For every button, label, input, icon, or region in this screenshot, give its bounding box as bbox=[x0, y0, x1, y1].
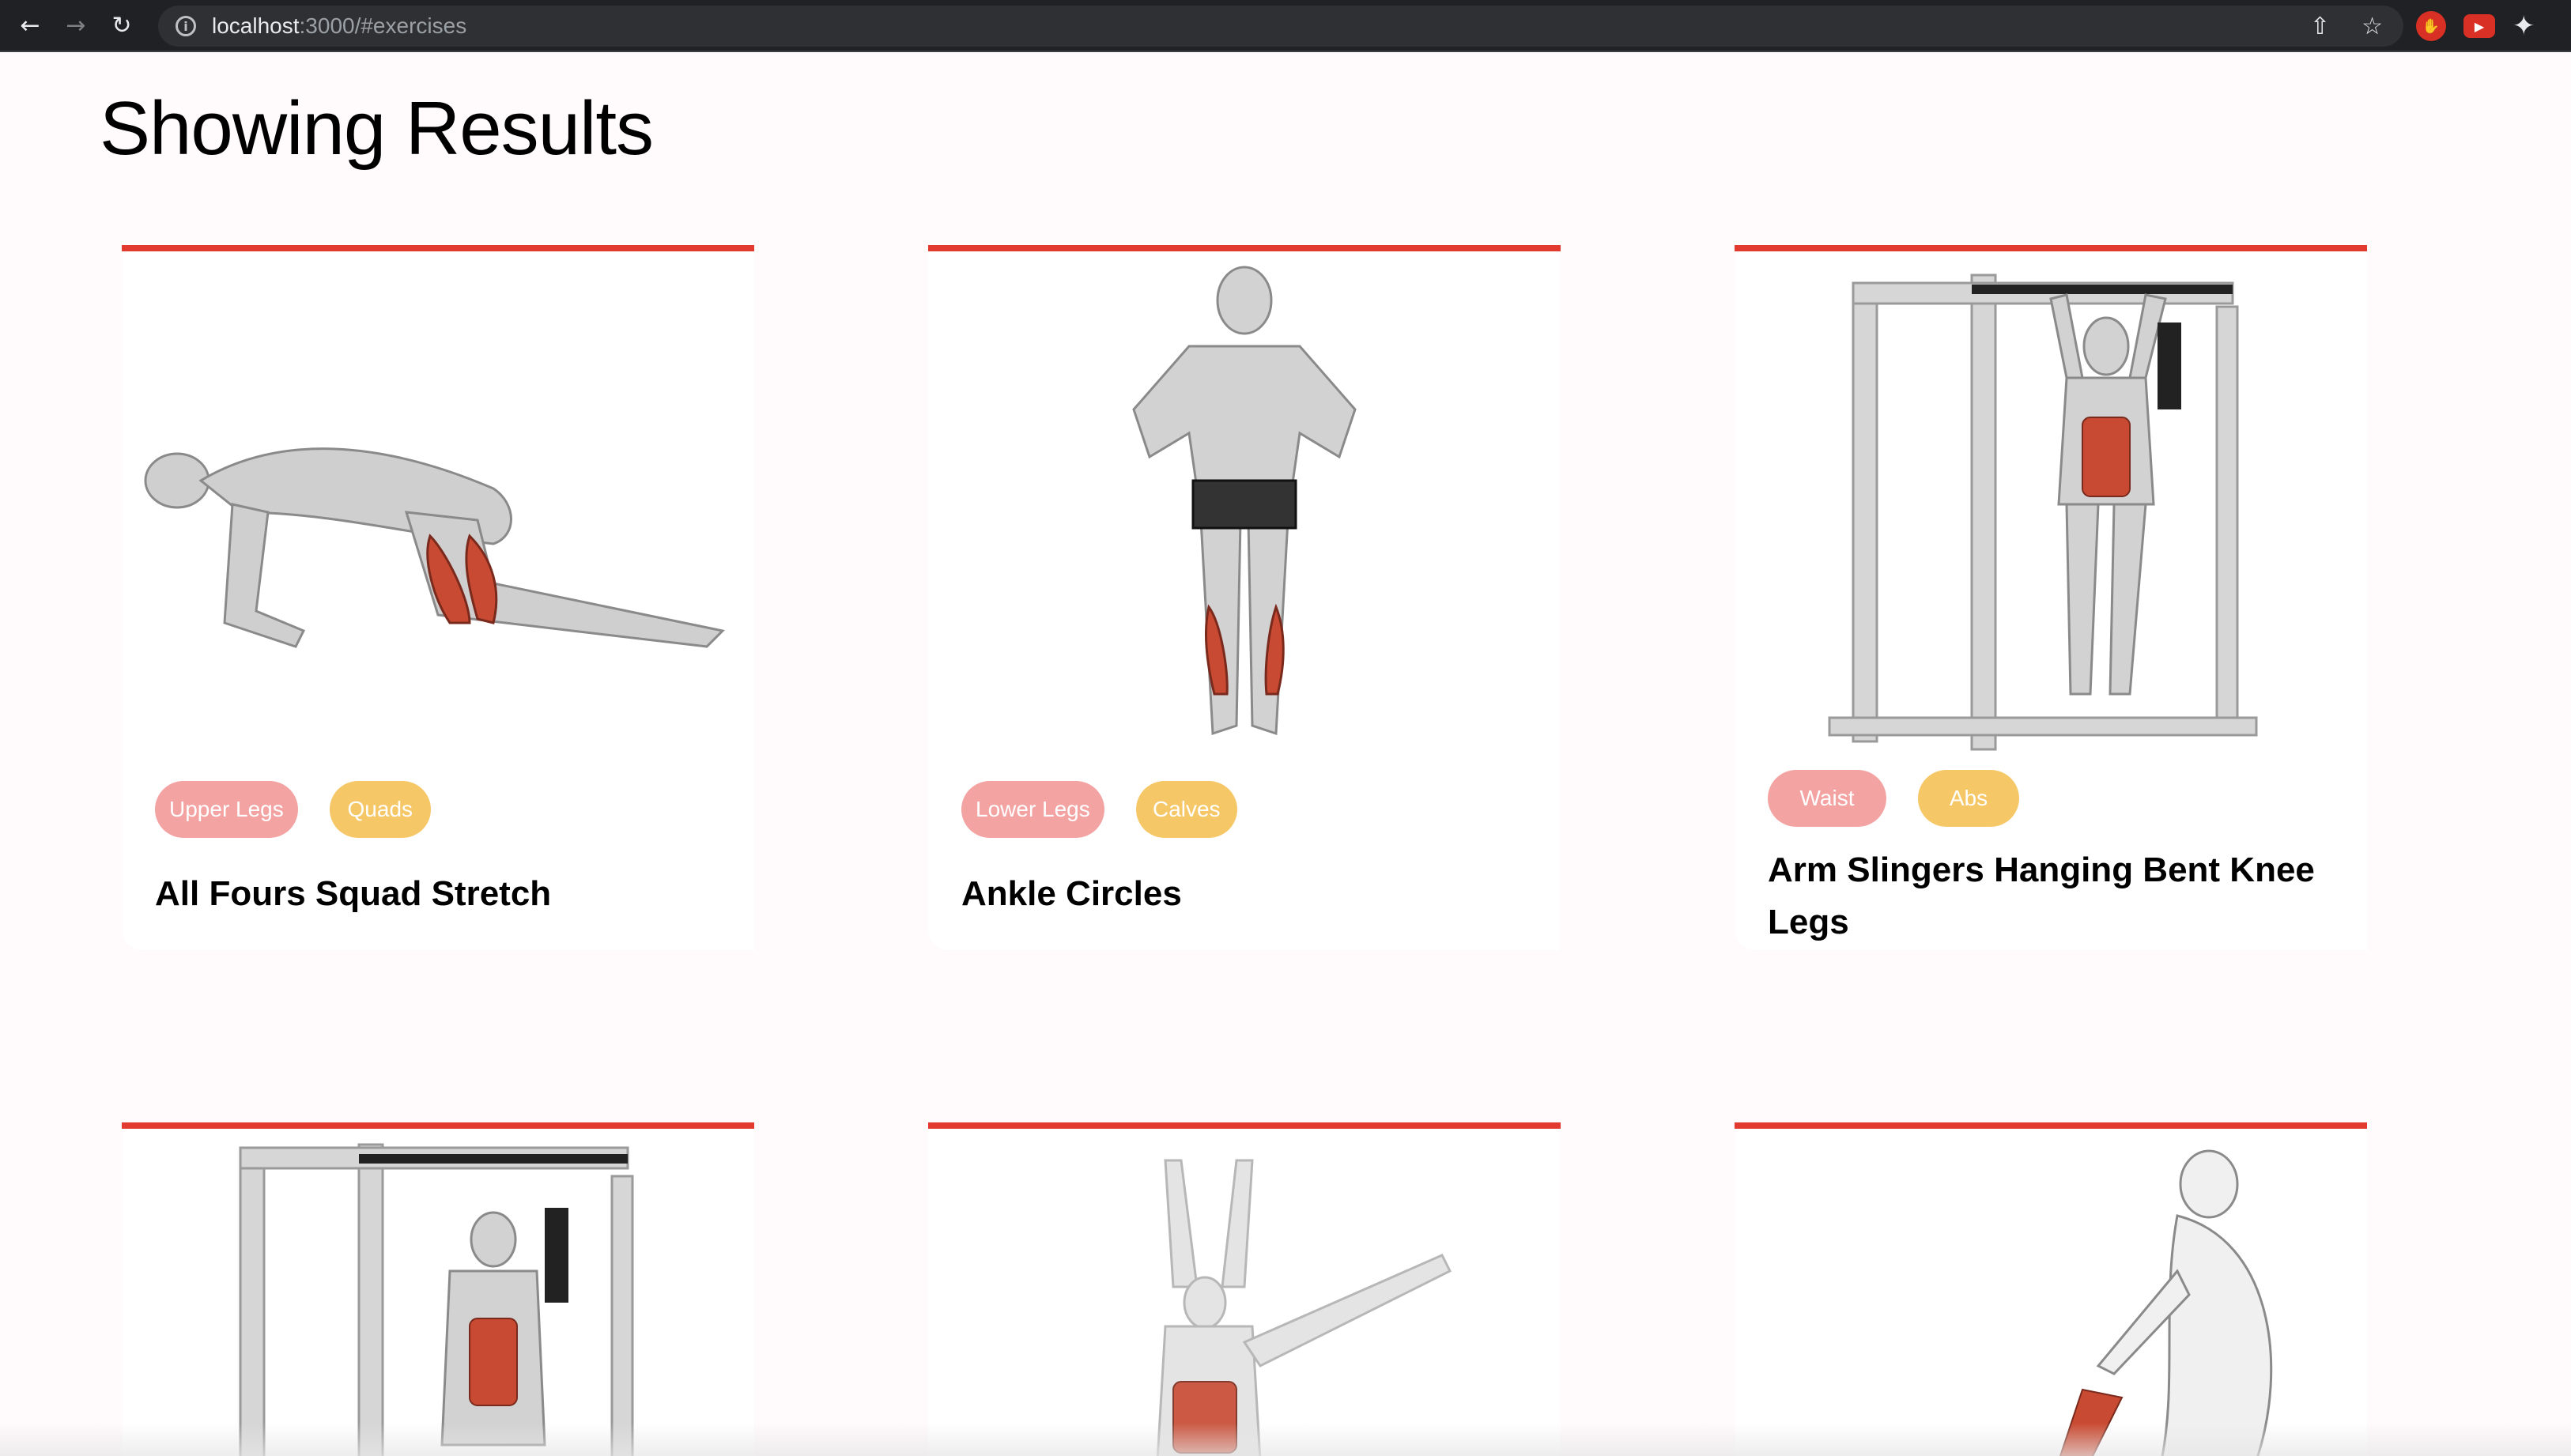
page-title: Showing Results bbox=[100, 86, 654, 171]
forward-arrow-icon[interactable]: → bbox=[60, 9, 92, 41]
scroll-fade bbox=[0, 1423, 2571, 1456]
exercise-image bbox=[144, 447, 726, 648]
body-part-tag[interactable]: Waist bbox=[1768, 770, 1886, 827]
exercise-image bbox=[239, 1143, 634, 1456]
extensions-puzzle-icon[interactable]: ✦ bbox=[2512, 10, 2535, 42]
target-muscle-tag[interactable]: Calves bbox=[1135, 781, 1237, 838]
exercise-card[interactable]: Upper Legs Quads All Fours Squad Stretch bbox=[122, 245, 754, 950]
exercise-card[interactable] bbox=[1735, 1122, 2367, 1456]
address-bar[interactable]: i localhost:3000/#exercises ⇧ ☆ bbox=[158, 6, 2403, 47]
back-arrow-icon[interactable]: ← bbox=[14, 9, 46, 41]
exercise-name: Ankle Circles bbox=[961, 874, 1182, 913]
share-icon[interactable]: ⇧ bbox=[2310, 13, 2330, 40]
browser-toolbar: ← → ↻ i localhost:3000/#exercises ⇧ ☆ ✋ … bbox=[0, 0, 2571, 52]
youtube-extension-icon[interactable]: ▶ bbox=[2463, 14, 2495, 38]
bookmark-star-icon[interactable]: ☆ bbox=[2361, 13, 2383, 40]
target-muscle-tag[interactable]: Quads bbox=[329, 781, 431, 838]
exercise-image bbox=[1828, 273, 2258, 751]
adblock-extension-icon[interactable]: ✋ bbox=[2416, 11, 2446, 41]
reload-icon[interactable]: ↻ bbox=[106, 9, 138, 41]
exercise-name: All Fours Squad Stretch bbox=[155, 874, 552, 913]
body-part-tag[interactable]: Upper Legs bbox=[155, 781, 298, 838]
exercise-image bbox=[1132, 266, 1357, 736]
exercise-image bbox=[2059, 1149, 2273, 1456]
exercise-card[interactable] bbox=[122, 1122, 754, 1456]
exercise-card[interactable]: Lower Legs Calves Ankle Circles bbox=[928, 245, 1561, 950]
site-info-icon[interactable]: i bbox=[176, 16, 196, 36]
url-text[interactable]: localhost:3000/#exercises bbox=[212, 13, 466, 39]
target-muscle-tag[interactable]: Abs bbox=[1918, 770, 2019, 827]
exercise-image bbox=[1156, 1159, 1452, 1456]
exercise-card[interactable]: Waist Abs Arm Slingers Hanging Bent Knee… bbox=[1735, 245, 2367, 950]
exercise-card[interactable] bbox=[928, 1122, 1561, 1456]
body-part-tag[interactable]: Lower Legs bbox=[961, 781, 1104, 838]
exercise-name: Arm Slingers Hanging Bent Knee Legs bbox=[1768, 851, 2315, 941]
